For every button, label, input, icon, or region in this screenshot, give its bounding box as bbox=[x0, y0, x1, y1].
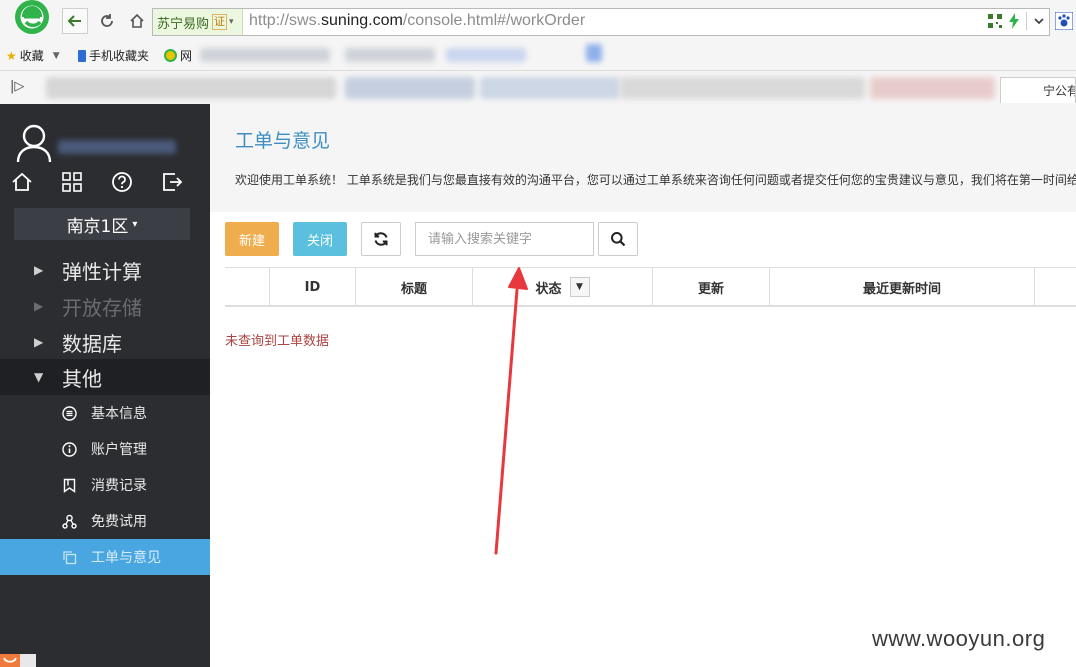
user-name bbox=[58, 140, 176, 154]
close-button[interactable]: 关闭 bbox=[293, 222, 347, 256]
blurred-tab[interactable] bbox=[345, 77, 475, 99]
url-text[interactable]: http://sws.suning.com/console.html#/work… bbox=[249, 12, 585, 30]
table-header-id[interactable]: ID bbox=[269, 268, 355, 306]
tabs-toggle-icon[interactable]: |▷ bbox=[10, 79, 24, 94]
table-header-title[interactable]: 标题 bbox=[355, 268, 472, 306]
table-header-actions bbox=[1034, 268, 1076, 306]
sidebar-quick-icons bbox=[10, 170, 200, 194]
lightning-icon[interactable] bbox=[1008, 13, 1020, 29]
bookmark-favorites[interactable]: ★ 收藏 ▼ bbox=[6, 47, 60, 64]
chevron-down-icon[interactable] bbox=[1033, 15, 1045, 27]
search-icon bbox=[611, 232, 626, 247]
paw-extension-icon[interactable] bbox=[1055, 12, 1073, 30]
home-icon[interactable] bbox=[10, 170, 34, 194]
list-circle-icon bbox=[61, 405, 77, 421]
caret-right-icon: ▶ bbox=[34, 263, 44, 277]
active-tab[interactable]: 宁公有 bbox=[1000, 77, 1076, 103]
browser-toolbar: 苏宁易购 证 ▾ http://sws.suning.com/console.h… bbox=[0, 0, 1076, 104]
bookmark-mobile-favorites[interactable]: 手机收藏夹 bbox=[78, 47, 149, 64]
bookmarks-bar: ★ 收藏 ▼ 手机收藏夹 网 bbox=[0, 42, 1076, 68]
address-bar[interactable]: 苏宁易购 证 ▾ http://sws.suning.com/console.h… bbox=[152, 8, 1050, 36]
bookmark-web[interactable]: 网 bbox=[164, 47, 192, 64]
watermark: www.wooyun.org bbox=[872, 626, 1046, 651]
table-header-updated[interactable]: 更新 bbox=[652, 268, 769, 306]
submenu-item-basic-info[interactable]: 基本信息 bbox=[0, 395, 210, 431]
new-button[interactable]: 新建 bbox=[225, 222, 279, 256]
caret-down-icon: ▾ bbox=[132, 218, 138, 230]
qr-code-icon[interactable] bbox=[988, 14, 1002, 28]
help-icon[interactable] bbox=[110, 170, 134, 194]
phone-icon bbox=[78, 49, 86, 62]
home-button[interactable] bbox=[126, 8, 148, 34]
reload-icon bbox=[101, 14, 113, 27]
blurred-bookmarks bbox=[446, 48, 526, 62]
menu-item-elastic-compute[interactable]: ▶ 弹性计算 bbox=[0, 252, 210, 288]
back-button[interactable] bbox=[62, 8, 88, 34]
blurred-tab[interactable] bbox=[46, 77, 336, 99]
browser-logo-icon bbox=[15, 0, 49, 34]
certificate-badge: 证 bbox=[212, 14, 228, 30]
menu-item-database[interactable]: ▶ 数据库 bbox=[0, 324, 210, 360]
bookmark-icon bbox=[61, 477, 77, 493]
table-header-last-update-time[interactable]: 最近更新时间 bbox=[769, 268, 1034, 306]
blurred-bookmarks bbox=[586, 44, 602, 62]
blurred-bookmarks bbox=[345, 48, 435, 62]
star-icon: ★ bbox=[6, 48, 17, 63]
tabs-bar: |▷ 宁公有 bbox=[0, 70, 1076, 104]
empty-table-message: 未查询到工单数据 bbox=[225, 334, 330, 349]
page-description: 欢迎使用工单系统！ 工单系统是我们与您最直接有效的沟通平台，您可以通过工单系统来… bbox=[235, 173, 1076, 187]
caret-down-icon: ▼ bbox=[34, 370, 44, 384]
arrow-left-icon bbox=[67, 15, 81, 27]
status-filter-dropdown[interactable]: ▼ bbox=[569, 277, 590, 297]
caret-right-icon: ▶ bbox=[34, 299, 44, 313]
blurred-tab[interactable] bbox=[480, 77, 620, 99]
refresh-icon bbox=[374, 232, 388, 246]
submenu-item-billing[interactable]: 消费记录 bbox=[0, 467, 210, 503]
sidebar: 南京1区 ▾ ▶ 弹性计算 ▶ 开放存储 ▶ 数据库 ▼ 其他 基本信息 账户管… bbox=[0, 104, 210, 667]
orange-app-icon[interactable] bbox=[0, 654, 36, 667]
home-icon bbox=[130, 13, 144, 28]
refresh-button[interactable] bbox=[361, 222, 401, 256]
menu-item-other[interactable]: ▼ 其他 bbox=[0, 359, 210, 395]
user-area bbox=[0, 104, 210, 164]
table-header-select bbox=[225, 268, 269, 306]
main-content: 工单与意见 欢迎使用工单系统！ 工单系统是我们与您最直接有效的沟通平台，您可以通… bbox=[210, 104, 1076, 667]
blurred-tab[interactable] bbox=[870, 77, 995, 99]
grid-icon[interactable] bbox=[60, 170, 84, 194]
info-circle-icon bbox=[61, 441, 77, 457]
menu-item-open-storage: ▶ 开放存储 bbox=[34, 295, 142, 320]
user-avatar-icon[interactable] bbox=[16, 122, 54, 162]
search-input[interactable] bbox=[415, 222, 594, 256]
reload-button[interactable] bbox=[96, 8, 118, 34]
page-header: 工单与意见 欢迎使用工单系统！ 工单系统是我们与您最直接有效的沟通平台，您可以通… bbox=[210, 104, 1076, 212]
copy-icon bbox=[61, 549, 77, 565]
page-title: 工单与意见 bbox=[235, 130, 331, 152]
submenu-item-free-trial[interactable]: 免费试用 bbox=[0, 503, 210, 539]
site-identity-badge[interactable]: 苏宁易购 证 ▾ bbox=[153, 9, 243, 35]
table-header-status[interactable]: 状态 ▼ bbox=[472, 268, 652, 306]
blurred-tab[interactable] bbox=[620, 77, 865, 99]
web-icon bbox=[164, 49, 177, 62]
submenu-item-work-order[interactable]: 工单与意见 bbox=[0, 539, 210, 575]
region-select[interactable]: 南京1区 ▾ bbox=[14, 208, 190, 240]
chevron-down-icon: ▾ bbox=[229, 17, 234, 27]
blurred-bookmarks bbox=[200, 48, 330, 62]
table-header: ID 标题 状态 ▼ 更新 最近更新时间 bbox=[225, 267, 1076, 307]
logout-icon[interactable] bbox=[160, 170, 184, 194]
nodes-icon bbox=[61, 513, 77, 529]
chevron-down-icon: ▼ bbox=[52, 50, 60, 61]
search-button[interactable] bbox=[598, 222, 638, 256]
submenu-item-account[interactable]: 账户管理 bbox=[0, 431, 210, 467]
caret-right-icon: ▶ bbox=[34, 335, 44, 349]
